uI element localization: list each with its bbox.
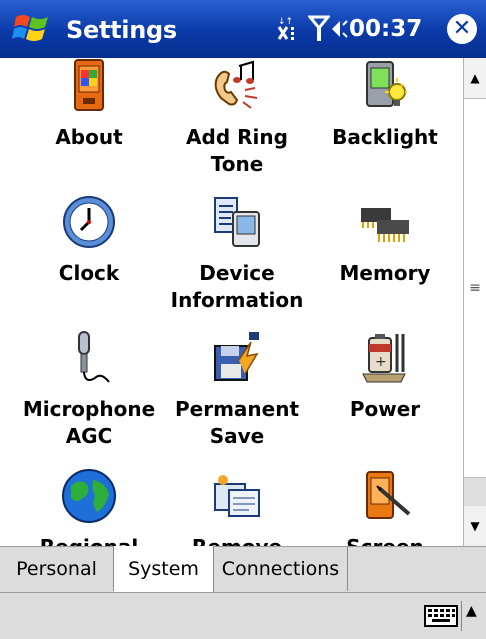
- menu-bar: ▲: [0, 592, 486, 639]
- settings-item-label: Power: [349, 397, 421, 421]
- volume-icon[interactable]: [330, 17, 348, 41]
- keyboard-icon[interactable]: [424, 605, 458, 627]
- settings-item-screen[interactable]: Screen: [308, 468, 462, 546]
- settings-item-label: Remove: [160, 534, 314, 546]
- settings-item-about[interactable]: About: [12, 58, 166, 151]
- svg-text:↓↑: ↓↑: [278, 17, 293, 27]
- settings-item-label: Microphone AGC: [22, 397, 156, 448]
- settings-item-microphone-agc[interactable]: Microphone AGC: [12, 330, 166, 450]
- ringtone-icon: [214, 60, 258, 109]
- scroll-up-button[interactable]: ▲: [464, 58, 486, 98]
- settings-item-device-information[interactable]: Device Information: [160, 194, 314, 314]
- globe-icon: [62, 469, 116, 523]
- settings-item-label: Add Ring Tone: [186, 125, 288, 176]
- settings-item-label: Regional: [12, 534, 166, 546]
- close-icon: ✕: [452, 16, 472, 41]
- settings-item-backlight[interactable]: Backlight: [308, 58, 462, 151]
- settings-item-label: Screen: [308, 534, 462, 546]
- divider: [461, 601, 462, 631]
- scroll-down-button[interactable]: ▼: [464, 506, 486, 546]
- windows-start-icon[interactable]: [12, 11, 52, 45]
- remove-programs-icon: [214, 475, 260, 517]
- settings-item-remove-programs[interactable]: Remove: [160, 468, 314, 546]
- settings-item-add-ring-tone[interactable]: Add Ring Tone: [160, 58, 314, 178]
- input-panel-arrow-icon[interactable]: ▲: [466, 603, 477, 619]
- arrow-up-icon: ▲: [470, 71, 480, 85]
- settings-item-clock[interactable]: Clock: [12, 194, 166, 287]
- settings-item-power[interactable]: + Power: [308, 330, 462, 423]
- grip-icon: ≡: [469, 280, 481, 296]
- battery-icon: +: [362, 334, 406, 383]
- tab-connections[interactable]: Connections: [214, 547, 348, 591]
- tab-strip: Personal System Connections: [0, 546, 486, 592]
- scroll-thumb[interactable]: ≡: [464, 98, 486, 478]
- settings-icon-grid: About Add Ring Tone Backlight Clock Devi…: [0, 58, 463, 546]
- permanent-save-icon: [214, 332, 259, 381]
- memory-chip-icon: [361, 208, 409, 242]
- page-title: Settings: [66, 16, 177, 44]
- settings-item-label: About: [55, 125, 123, 149]
- status-clock[interactable]: 00:37: [349, 16, 422, 42]
- signal-data-icon: ↓↑: [277, 17, 294, 40]
- settings-item-permanent-save[interactable]: Permanent Save: [160, 330, 314, 450]
- svg-text:+: +: [375, 354, 387, 370]
- title-bar: Settings ↓↑ 00:37 ✕: [0, 0, 486, 58]
- vertical-scrollbar[interactable]: ▲ ≡ ▼: [463, 58, 486, 546]
- tab-personal[interactable]: Personal: [0, 547, 114, 591]
- antenna-icon: [308, 15, 330, 41]
- about-device-icon: [74, 59, 104, 111]
- settings-item-label: Memory: [339, 261, 431, 285]
- clock-icon: [63, 196, 115, 248]
- settings-item-label: Permanent Save: [174, 397, 300, 448]
- settings-item-regional[interactable]: Regional: [12, 468, 166, 546]
- settings-item-memory[interactable]: Memory: [308, 194, 462, 287]
- arrow-down-icon: ▼: [470, 519, 480, 533]
- settings-item-label: Device Information: [170, 261, 304, 312]
- screen-stylus-icon: [366, 471, 411, 519]
- backlight-icon: [366, 61, 407, 107]
- settings-item-label: Backlight: [332, 125, 438, 149]
- device-information-icon: [214, 197, 260, 247]
- tab-system[interactable]: System: [114, 546, 214, 592]
- microphone-icon: [78, 331, 110, 383]
- settings-item-label: Clock: [58, 261, 120, 285]
- close-button[interactable]: ✕: [447, 14, 477, 44]
